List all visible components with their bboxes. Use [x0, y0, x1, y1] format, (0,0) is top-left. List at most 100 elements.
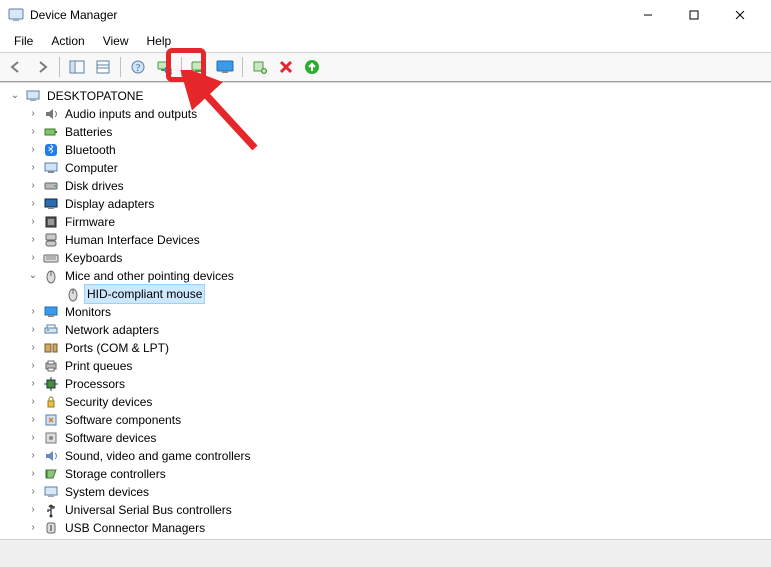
expander-icon[interactable]: ›: [26, 105, 40, 123]
tree-category[interactable]: › Bluetooth: [4, 141, 771, 159]
minimize-button[interactable]: [625, 0, 671, 30]
expander-icon[interactable]: ›: [26, 393, 40, 411]
expander-icon[interactable]: ›: [26, 501, 40, 519]
forward-button[interactable]: [30, 55, 54, 79]
tree-category-label: USB Connector Managers: [62, 519, 208, 537]
back-button[interactable]: [4, 55, 28, 79]
tree-category-label: Computer: [62, 159, 121, 177]
tree-category[interactable]: › Batteries: [4, 123, 771, 141]
tree-category-label: Monitors: [62, 303, 114, 321]
expander-icon[interactable]: ›: [26, 177, 40, 195]
tree-category[interactable]: › USB Connector Managers: [4, 519, 771, 537]
expander-icon[interactable]: ›: [26, 141, 40, 159]
uninstall-button[interactable]: [274, 55, 298, 79]
tree-category[interactable]: › Human Interface Devices: [4, 231, 771, 249]
tree-device-label: HID-compliant mouse: [84, 284, 205, 304]
bluetooth-icon: [43, 142, 59, 158]
tree-category-label: Storage controllers: [62, 465, 169, 483]
statusbar: [0, 539, 771, 567]
tree-category[interactable]: › Security devices: [4, 393, 771, 411]
add-legacy-button[interactable]: [248, 55, 272, 79]
expander-icon[interactable]: ›: [26, 213, 40, 231]
tree-category-label: Network adapters: [62, 321, 162, 339]
network-icon: [43, 322, 59, 338]
toolbar: ?: [0, 53, 771, 81]
expander-icon[interactable]: ›: [26, 519, 40, 537]
tree-category[interactable]: › Processors: [4, 375, 771, 393]
expander-icon[interactable]: ⌄: [8, 87, 22, 105]
device-tree[interactable]: ⌄ DESKTOPATONE › Audio inputs and output…: [0, 82, 771, 539]
menu-action[interactable]: Action: [43, 32, 92, 50]
tree-device[interactable]: · HID-compliant mouse: [4, 285, 771, 303]
expander-icon[interactable]: ›: [26, 249, 40, 267]
tree-category[interactable]: › Print queues: [4, 357, 771, 375]
tree-root[interactable]: ⌄ DESKTOPATONE: [4, 87, 771, 105]
expander-icon[interactable]: ›: [26, 483, 40, 501]
tree-category[interactable]: › Sound, video and game controllers: [4, 447, 771, 465]
expander-icon[interactable]: ›: [26, 231, 40, 249]
enable-button[interactable]: [300, 55, 324, 79]
computer-icon: [43, 160, 59, 176]
computer-icon: [25, 88, 41, 104]
tree-category[interactable]: › Storage controllers: [4, 465, 771, 483]
expander-icon[interactable]: ⌄: [26, 267, 40, 285]
titlebar: Device Manager: [0, 0, 771, 30]
tree-category[interactable]: › Universal Serial Bus controllers: [4, 501, 771, 519]
monitor-button[interactable]: [213, 55, 237, 79]
expander-icon[interactable]: ›: [26, 159, 40, 177]
tree-category[interactable]: › Network adapters: [4, 321, 771, 339]
system-icon: [43, 484, 59, 500]
tree-category-label: Disk drives: [62, 177, 127, 195]
expander-icon[interactable]: ›: [26, 195, 40, 213]
tree-category[interactable]: › Display adapters: [4, 195, 771, 213]
mouse-icon: [65, 286, 81, 302]
tree-category[interactable]: › Ports (COM & LPT): [4, 339, 771, 357]
tree-category[interactable]: › Computer: [4, 159, 771, 177]
expander-icon[interactable]: ›: [26, 357, 40, 375]
menu-help[interactable]: Help: [139, 32, 180, 50]
menu-view[interactable]: View: [95, 32, 137, 50]
tree-category-label: Print queues: [62, 357, 135, 375]
help-button[interactable]: ?: [126, 55, 150, 79]
tree-category[interactable]: ⌄ Mice and other pointing devices: [4, 267, 771, 285]
menu-file[interactable]: File: [6, 32, 41, 50]
tree-category[interactable]: › Keyboards: [4, 249, 771, 267]
tree-category-label: Sound, video and game controllers: [62, 447, 253, 465]
swdev-icon: [43, 430, 59, 446]
tree-category[interactable]: › Monitors: [4, 303, 771, 321]
tree-category[interactable]: › Disk drives: [4, 177, 771, 195]
hid-icon: [43, 232, 59, 248]
tree-category-label: Software devices: [62, 429, 159, 447]
expander-icon[interactable]: ›: [26, 411, 40, 429]
tree-category-label: Universal Serial Bus controllers: [62, 501, 235, 519]
storage-icon: [43, 466, 59, 482]
tree-category[interactable]: › Software components: [4, 411, 771, 429]
tree-category[interactable]: › Software devices: [4, 429, 771, 447]
properties-panel-button[interactable]: [91, 55, 115, 79]
expander-icon[interactable]: ›: [26, 447, 40, 465]
tree-category-label: Firmware: [62, 213, 118, 231]
update-driver-button[interactable]: [187, 55, 211, 79]
expander-icon[interactable]: ›: [26, 123, 40, 141]
menubar: File Action View Help: [0, 30, 771, 52]
app-icon: [8, 7, 24, 23]
expander-icon[interactable]: ›: [26, 339, 40, 357]
maximize-button[interactable]: [671, 0, 717, 30]
battery-icon: [43, 124, 59, 140]
tree-category[interactable]: › Audio inputs and outputs: [4, 105, 771, 123]
tree-category[interactable]: › System devices: [4, 483, 771, 501]
print-icon: [43, 358, 59, 374]
disk-icon: [43, 178, 59, 194]
tree-category[interactable]: › Firmware: [4, 213, 771, 231]
scan-hardware-button[interactable]: [152, 55, 176, 79]
keyboard-icon: [43, 250, 59, 266]
tree-category-label: Ports (COM & LPT): [62, 339, 172, 357]
expander-icon[interactable]: ›: [26, 465, 40, 483]
expander-icon[interactable]: ›: [26, 429, 40, 447]
expander-icon[interactable]: ›: [26, 321, 40, 339]
expander-icon[interactable]: ›: [26, 303, 40, 321]
close-button[interactable]: [717, 0, 763, 30]
show-hide-tree-button[interactable]: [65, 55, 89, 79]
expander-icon[interactable]: ›: [26, 375, 40, 393]
display-icon: [43, 196, 59, 212]
